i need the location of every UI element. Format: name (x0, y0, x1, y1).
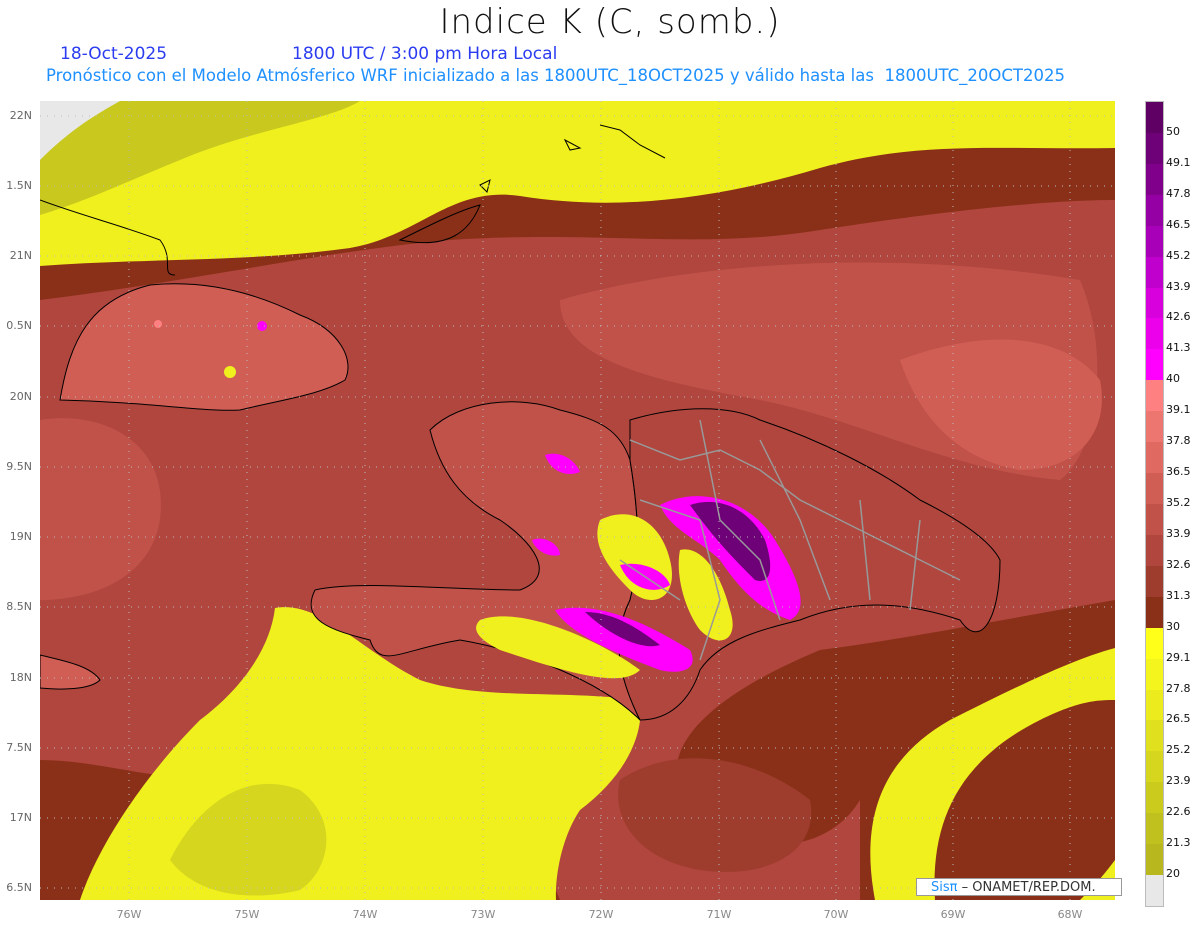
colorbar-label: 45.2 (1166, 248, 1191, 262)
high-k-spot (257, 321, 267, 331)
colorbar (1145, 101, 1164, 907)
colorbar-label: 25.2 (1166, 743, 1191, 757)
colorbar-swatch (1146, 627, 1163, 659)
colorbar-label: 42.6 (1166, 310, 1191, 324)
colorbar-swatch (1146, 194, 1163, 226)
colorbar-swatch (1146, 782, 1163, 814)
colorbar-label: 41.3 (1166, 341, 1191, 355)
colorbar-label: 27.8 (1166, 681, 1191, 695)
sispi-logo: Sisπ (931, 880, 958, 895)
colorbar-label: 40 (1166, 372, 1180, 386)
colorbar-swatch (1146, 503, 1163, 535)
colorbar-swatch (1146, 565, 1163, 597)
credit-separator: – (957, 880, 973, 895)
lon-label: 75W (234, 908, 260, 921)
colorbar-swatch (1146, 256, 1163, 288)
lat-label: 9.5N (6, 460, 32, 473)
lon-label: 69W (940, 908, 966, 921)
lat-label: 20N (9, 390, 32, 403)
colorbar-label: 32.6 (1166, 557, 1191, 571)
colorbar-label: 21.3 (1166, 836, 1191, 850)
colorbar-label: 20 (1166, 867, 1180, 881)
lat-label: 8.5N (6, 600, 32, 613)
lon-label: 76W (116, 908, 142, 921)
colorbar-label: 29.1 (1166, 650, 1191, 664)
colorbar-swatch (1146, 875, 1163, 906)
lat-label: 18N (9, 671, 32, 684)
colorbar-swatch (1146, 658, 1163, 690)
colorbar-swatch (1146, 287, 1163, 319)
colorbar-label: 46.5 (1166, 217, 1191, 231)
colorbar-label: 49.1 (1166, 155, 1191, 169)
colorbar-label: 35.2 (1166, 496, 1191, 509)
colorbar-label: 47.8 (1166, 186, 1191, 200)
lat-label: 7.5N (6, 741, 32, 754)
colorbar-label: 31.3 (1166, 588, 1191, 602)
lon-label: 68W (1057, 908, 1083, 921)
colorbar-swatch (1146, 844, 1163, 876)
colorbar-swatch (1146, 380, 1163, 412)
colorbar-swatch (1146, 411, 1163, 443)
colorbar-swatch (1146, 442, 1163, 474)
colorbar-swatch (1146, 225, 1163, 257)
colorbar-swatch (1146, 596, 1163, 628)
colorbar-label: 43.9 (1166, 279, 1191, 293)
colorbar-swatch (1146, 813, 1163, 845)
lat-label: 6.5N (6, 881, 32, 894)
colorbar-swatch (1146, 163, 1163, 195)
credit-box: Sisπ – ONAMET/REP.DOM. (916, 878, 1122, 896)
colorbar-label: 26.5 (1166, 712, 1191, 726)
lat-label: 0.5N (6, 319, 32, 332)
lon-label: 71W (706, 908, 732, 921)
colorbar-swatch (1146, 349, 1163, 381)
lat-label: 21N (9, 249, 32, 262)
lat-label: 17N (9, 811, 32, 824)
lon-label: 74W (352, 908, 378, 921)
k-index-map (40, 101, 1115, 900)
colorbar-swatch (1146, 720, 1163, 752)
colorbar-label: 50 (1166, 124, 1180, 138)
high-k-spot (154, 320, 162, 328)
lon-label: 73W (470, 908, 496, 921)
lat-label: 22N (9, 109, 32, 122)
lon-label: 72W (588, 908, 614, 921)
colorbar-swatch (1146, 751, 1163, 783)
colorbar-swatch (1146, 318, 1163, 350)
lat-label: 19N (9, 530, 32, 543)
colorbar-swatch (1146, 534, 1163, 566)
colorbar-label: 37.8 (1166, 434, 1191, 448)
colorbar-label: 22.6 (1166, 805, 1191, 819)
colorbar-label: 30 (1166, 619, 1180, 633)
low-k-spot (224, 366, 236, 378)
colorbar-swatch (1146, 102, 1163, 133)
colorbar-label: 23.9 (1166, 774, 1191, 788)
credit-org: ONAMET/REP.DOM. (972, 880, 1096, 895)
lat-label: 1.5N (6, 179, 32, 192)
colorbar-swatch (1146, 689, 1163, 721)
colorbar-swatch (1146, 473, 1163, 504)
colorbar-label: 39.1 (1166, 403, 1191, 417)
colorbar-swatch (1146, 132, 1163, 164)
lon-label: 70W (823, 908, 849, 921)
colorbar-label: 33.9 (1166, 526, 1191, 540)
colorbar-label: 36.5 (1166, 465, 1191, 479)
